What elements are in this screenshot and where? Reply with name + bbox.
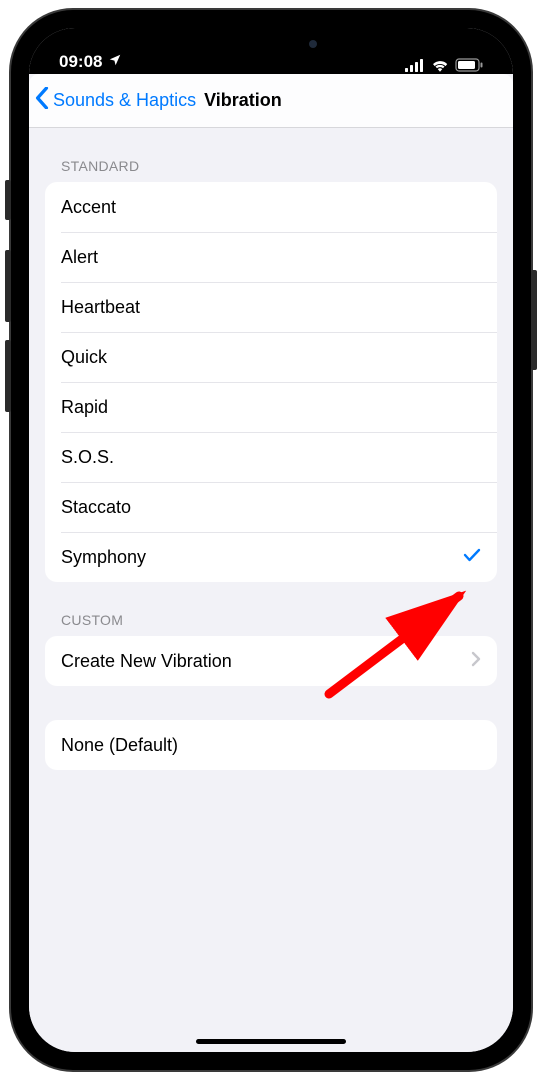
option-label: Accent [61, 197, 116, 218]
option-label: S.O.S. [61, 447, 114, 468]
section-header-custom: CUSTOM [45, 582, 497, 636]
option-label: Staccato [61, 497, 131, 518]
vibration-option-sos[interactable]: S.O.S. [45, 432, 497, 482]
volume-up-button [5, 250, 11, 322]
location-arrow-icon [108, 52, 122, 72]
vibration-option-rapid[interactable]: Rapid [45, 382, 497, 432]
back-label: Sounds & Haptics [53, 90, 196, 111]
option-label: None (Default) [61, 735, 178, 756]
front-camera-icon [309, 40, 317, 48]
create-label: Create New Vibration [61, 651, 232, 672]
wifi-icon [431, 58, 449, 72]
vibration-option-quick[interactable]: Quick [45, 332, 497, 382]
option-label: Alert [61, 247, 98, 268]
battery-icon [455, 58, 483, 72]
volume-down-button [5, 340, 11, 412]
spacer [45, 686, 497, 720]
vibration-option-heartbeat[interactable]: Heartbeat [45, 282, 497, 332]
screen: 09:08 [29, 28, 513, 1052]
vibration-option-symphony[interactable]: Symphony [45, 532, 497, 582]
phone-frame: 09:08 [11, 10, 531, 1070]
home-indicator[interactable] [196, 1039, 346, 1044]
page-title: Vibration [204, 90, 282, 111]
option-label: Rapid [61, 397, 108, 418]
option-label: Symphony [61, 547, 146, 568]
cellular-signal-icon [405, 58, 425, 72]
vibration-option-none[interactable]: None (Default) [45, 720, 497, 770]
notch [161, 28, 381, 60]
custom-list: Create New Vibration [45, 636, 497, 686]
vibration-option-staccato[interactable]: Staccato [45, 482, 497, 532]
nav-bar: Sounds & Haptics Vibration [29, 74, 513, 128]
standard-list: Accent Alert Heartbeat Quick Rapid [45, 182, 497, 582]
scroll-body[interactable]: STANDARD Accent Alert Heartbeat Quick [29, 128, 513, 1052]
chevron-left-icon [35, 87, 49, 114]
vibration-option-alert[interactable]: Alert [45, 232, 497, 282]
side-button [531, 270, 537, 370]
back-button[interactable]: Sounds & Haptics [35, 87, 196, 114]
mute-switch [5, 180, 11, 220]
vibration-option-accent[interactable]: Accent [45, 182, 497, 232]
checkmark-icon [463, 547, 481, 568]
none-list: None (Default) [45, 720, 497, 770]
option-label: Heartbeat [61, 297, 140, 318]
content: Sounds & Haptics Vibration STANDARD Acce… [29, 74, 513, 1052]
create-new-vibration[interactable]: Create New Vibration [45, 636, 497, 686]
option-label: Quick [61, 347, 107, 368]
chevron-right-icon [471, 651, 481, 672]
status-time: 09:08 [59, 52, 102, 72]
section-header-standard: STANDARD [45, 128, 497, 182]
